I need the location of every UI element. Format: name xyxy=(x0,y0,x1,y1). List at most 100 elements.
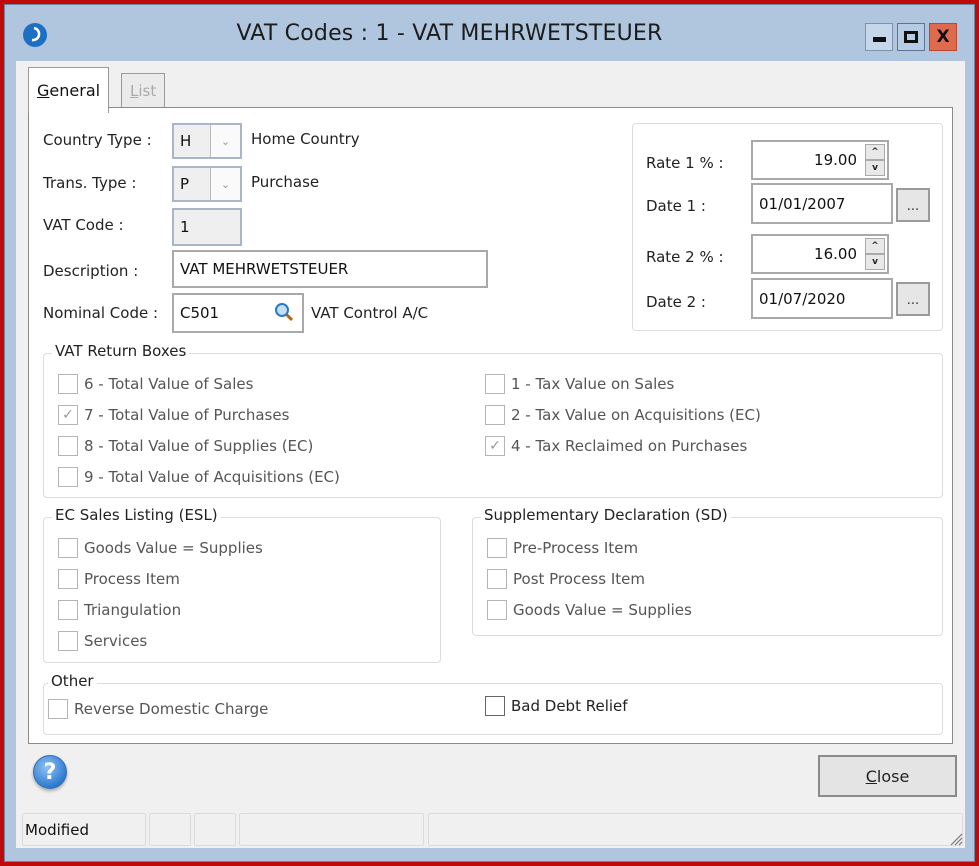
reverse-domestic-charge-checkbox[interactable]: Reverse Domestic Charge xyxy=(48,699,268,719)
minimize-button[interactable] xyxy=(865,23,893,51)
checkbox-item[interactable]: Services xyxy=(58,631,147,651)
general-tab-page: Country Type : H ⌄ Home Country Trans. T… xyxy=(28,107,953,744)
trans-type-label: Trans. Type : xyxy=(43,174,137,192)
checkbox-box[interactable] xyxy=(58,600,78,620)
rate2-input[interactable]: 16.00 ^ v xyxy=(751,234,889,274)
checkbox-item[interactable]: ✓ 7 - Total Value of Purchases xyxy=(58,405,289,425)
vat-code-field[interactable]: 1 xyxy=(172,208,242,246)
description-value: VAT MEHRWETSTEUER xyxy=(180,260,349,278)
date1-picker-button[interactable]: ... xyxy=(896,188,930,222)
rate1-spinner[interactable]: ^ v xyxy=(865,144,885,176)
vat-return-boxes-title: VAT Return Boxes xyxy=(52,342,190,360)
country-type-value: H xyxy=(180,132,192,150)
status-cell xyxy=(194,813,236,846)
bad-debt-relief-checkbox[interactable]: Bad Debt Relief xyxy=(485,696,628,716)
vat-return-boxes-group: VAT Return Boxes 6 - Total Value of Sale… xyxy=(43,342,943,498)
checkbox-box[interactable] xyxy=(58,569,78,589)
checkbox-item[interactable]: Goods Value = Supplies xyxy=(58,538,263,558)
checkbox-item[interactable]: Pre-Process Item xyxy=(487,538,638,558)
date2-picker-button[interactable]: ... xyxy=(896,282,930,316)
checkbox-item[interactable]: Process Item xyxy=(58,569,180,589)
checkbox-box[interactable] xyxy=(485,696,505,716)
maximize-button[interactable] xyxy=(897,23,925,51)
trans-type-combo[interactable]: P ⌄ xyxy=(172,166,242,202)
other-group: Other Reverse Domestic Charge Bad Debt R… xyxy=(43,672,943,735)
checkbox-box[interactable] xyxy=(58,436,78,456)
checkbox-label: Post Process Item xyxy=(513,570,645,588)
rate2-value: 16.00 xyxy=(814,245,857,263)
rate1-input[interactable]: 19.00 ^ v xyxy=(751,140,889,180)
date2-input[interactable]: 01/07/2020 xyxy=(751,278,893,319)
checkbox-item[interactable]: Triangulation xyxy=(58,600,181,620)
chevron-down-icon[interactable]: ⌄ xyxy=(210,168,240,200)
checkbox-label: 7 - Total Value of Purchases xyxy=(84,406,290,424)
spin-down-icon[interactable]: v xyxy=(865,254,885,270)
close-button[interactable]: Close xyxy=(818,755,957,797)
date2-label: Date 2 : xyxy=(646,293,706,311)
checkbox-item[interactable]: 1 - Tax Value on Sales xyxy=(485,374,674,394)
tab-general-accel: G xyxy=(37,81,50,100)
search-icon[interactable] xyxy=(274,302,294,322)
tab-list[interactable]: List xyxy=(121,73,166,108)
checkbox-item[interactable]: 2 - Tax Value on Acquisitions (EC) xyxy=(485,405,761,425)
spin-down-icon[interactable]: v xyxy=(865,160,885,176)
checkbox-box[interactable] xyxy=(487,600,507,620)
checkbox-box[interactable] xyxy=(485,405,505,425)
checkbox-item[interactable]: ✓ 4 - Tax Reclaimed on Purchases xyxy=(485,436,747,456)
checkbox-item[interactable]: Post Process Item xyxy=(487,569,645,589)
checkbox-label: 8 - Total Value of Supplies (EC) xyxy=(84,437,314,455)
trans-type-description: Purchase xyxy=(251,173,320,191)
date1-value: 01/01/2007 xyxy=(759,194,846,213)
checkbox-box[interactable] xyxy=(485,374,505,394)
title-bar[interactable]: VAT Codes : 1 - VAT MEHRWETSTEUER X xyxy=(5,5,974,61)
status-cell-modified: Modified xyxy=(22,813,146,846)
checkbox-box[interactable] xyxy=(487,569,507,589)
checkbox-checked[interactable]: ✓ xyxy=(58,405,78,425)
checkbox-item[interactable]: 6 - Total Value of Sales xyxy=(58,374,253,394)
checkbox-label: Triangulation xyxy=(84,601,182,619)
spin-up-icon[interactable]: ^ xyxy=(865,144,885,160)
close-icon: X xyxy=(936,27,950,47)
checkbox-label: Process Item xyxy=(84,570,180,588)
checkbox-item[interactable]: Goods Value = Supplies xyxy=(487,600,692,620)
country-type-combo[interactable]: H ⌄ xyxy=(172,123,242,159)
nominal-code-input[interactable]: C501 xyxy=(172,293,304,333)
tab-general[interactable]: General xyxy=(28,67,110,113)
spin-up-icon[interactable]: ^ xyxy=(865,238,885,254)
checkbox-item[interactable]: 8 - Total Value of Supplies (EC) xyxy=(58,436,313,456)
checkbox-box[interactable] xyxy=(58,631,78,651)
tab-general-label: eneral xyxy=(49,81,101,100)
checkbox-checked[interactable]: ✓ xyxy=(485,436,505,456)
checkbox-label: 1 - Tax Value on Sales xyxy=(511,375,675,393)
status-cell xyxy=(428,813,963,846)
checkbox-label: 4 - Tax Reclaimed on Purchases xyxy=(511,437,748,455)
help-button[interactable]: ? xyxy=(33,755,67,789)
resize-grip-icon[interactable] xyxy=(947,830,963,846)
rate2-label: Rate 2 % : xyxy=(646,248,724,266)
checkbox-box[interactable] xyxy=(58,374,78,394)
rate1-value: 19.00 xyxy=(814,151,857,169)
checkbox-box[interactable] xyxy=(58,467,78,487)
bad-debt-relief-label: Bad Debt Relief xyxy=(511,697,628,715)
dialog-client: List General Country Type : H ⌄ Home Cou… xyxy=(16,61,965,848)
sd-title: Supplementary Declaration (SD) xyxy=(481,506,731,524)
status-cell xyxy=(239,813,424,846)
window-close-button[interactable]: X xyxy=(929,23,957,51)
trans-type-value: P xyxy=(180,175,190,193)
checkbox-box[interactable] xyxy=(487,538,507,558)
country-type-label: Country Type : xyxy=(43,131,152,149)
checkbox-label: 9 - Total Value of Acquisitions (EC) xyxy=(84,468,340,486)
checkbox-box[interactable] xyxy=(48,699,68,719)
tab-list-accel: L xyxy=(130,82,139,100)
minimize-icon xyxy=(872,37,886,42)
checkbox-label: Goods Value = Supplies xyxy=(84,539,263,557)
vat-code-value: 1 xyxy=(180,218,190,236)
checkbox-label: Goods Value = Supplies xyxy=(513,601,692,619)
checkbox-box[interactable] xyxy=(58,538,78,558)
date1-input[interactable]: 01/01/2007 xyxy=(751,183,893,224)
rate2-spinner[interactable]: ^ v xyxy=(865,238,885,270)
description-input[interactable]: VAT MEHRWETSTEUER xyxy=(172,250,488,288)
checkbox-item[interactable]: 9 - Total Value of Acquisitions (EC) xyxy=(58,467,340,487)
chevron-down-icon[interactable]: ⌄ xyxy=(210,125,240,157)
maximize-icon xyxy=(904,31,918,43)
